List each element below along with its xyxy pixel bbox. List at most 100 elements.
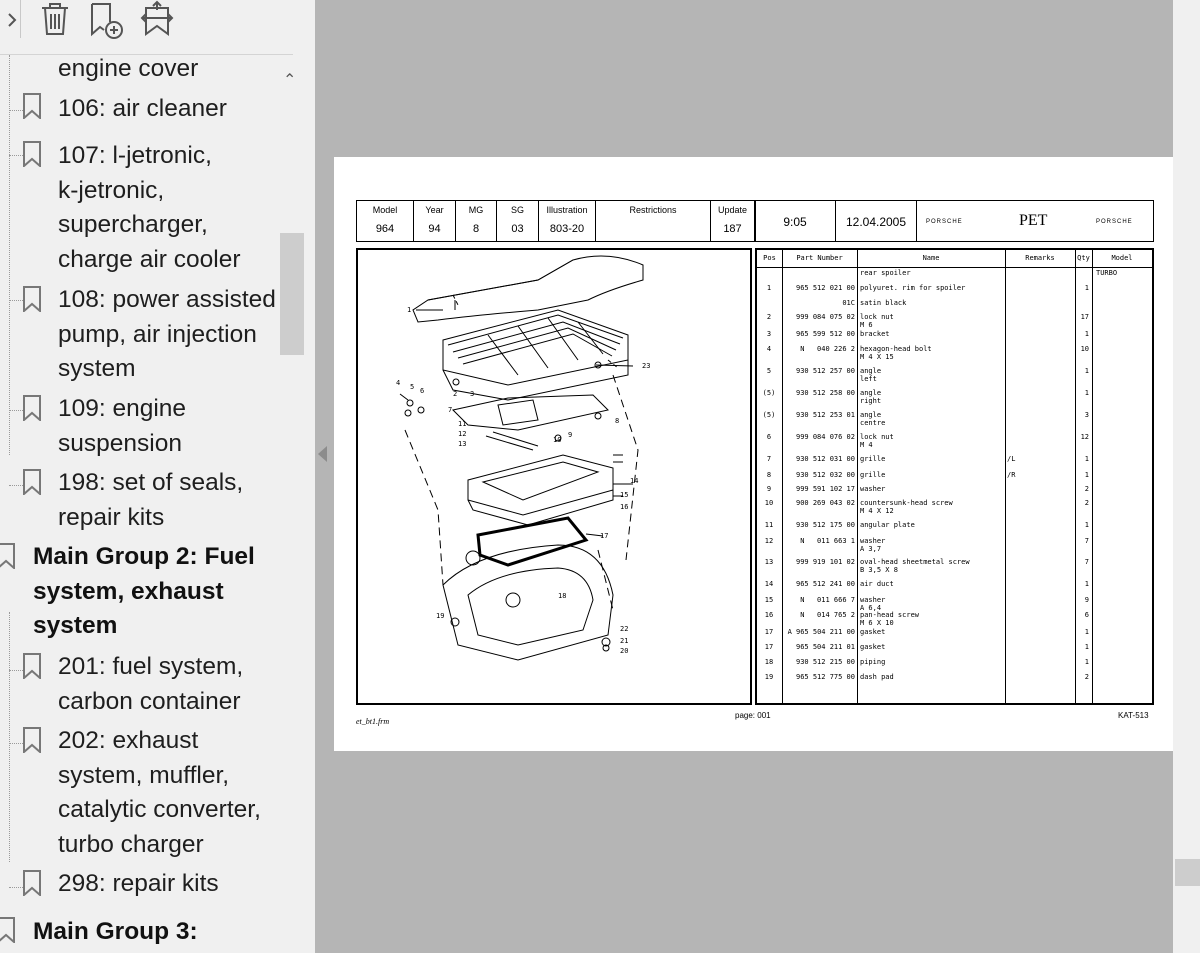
cell-name: angular plate	[860, 521, 915, 529]
sidebar-scroll-thumb[interactable]	[280, 233, 304, 355]
table-row: (5) 930 512 258 00 angle right 1	[757, 389, 1152, 405]
delete-bookmark-icon[interactable]	[36, 0, 74, 40]
cell-qty: 2	[1084, 499, 1089, 507]
cell-name: piping	[860, 658, 886, 666]
callout-label: 2	[453, 390, 457, 398]
header-caption: Model	[372, 205, 398, 215]
bookmark-item-106[interactable]: 106: air cleaner	[58, 92, 227, 127]
header-value: 803-20	[549, 223, 585, 235]
header-date: 12.04.2005	[845, 215, 907, 229]
cell-part-number: N 011 663 1	[800, 537, 855, 545]
callout-label: 4	[396, 379, 400, 387]
cell-part-number: 965 512 241 00	[795, 580, 855, 588]
bookmark-group-2[interactable]: Main Group 2: Fuel system, exhaust syste…	[33, 540, 255, 644]
cell-qty: 17	[1080, 313, 1089, 321]
document-scrollbar[interactable]	[1173, 0, 1200, 953]
callout-label: 16	[620, 503, 628, 511]
scroll-up-arrow-icon[interactable]: ⌃	[283, 70, 296, 90]
header-value: 94	[428, 223, 441, 235]
cell-name: hexagon-head bolt M 4 X 15	[860, 345, 932, 361]
collapse-panel-arrow-icon[interactable]	[318, 446, 327, 462]
footer-catalog: KAT-513	[1118, 711, 1149, 720]
cell-name: angle right	[860, 389, 882, 405]
header-model: Model 964	[357, 201, 414, 241]
cell-qty: 10	[1080, 345, 1089, 353]
cell-qty: 1	[1084, 658, 1089, 666]
cell-part-number: 930 512 215 00	[795, 658, 855, 666]
tree-line	[9, 743, 23, 744]
cell-part-number: 999 084 075 02	[795, 313, 855, 321]
bookmark-group-3[interactable]: Main Group 3:	[33, 915, 198, 950]
cell-part-number: 965 504 211 01	[795, 643, 855, 651]
header-caption: Restrictions	[629, 205, 677, 215]
bookmark-item-198[interactable]: 198: set of seals, repair kits	[58, 466, 243, 535]
bookmark-item-109[interactable]: 109: engine suspension	[58, 392, 186, 461]
bookmark-item-201[interactable]: 201: fuel system, carbon container	[58, 650, 243, 719]
tree-line	[9, 887, 23, 888]
cell-pos: 8	[766, 471, 772, 479]
bookmark-icon	[0, 917, 15, 943]
table-row: 01C satin black	[757, 299, 1152, 313]
callout-label: 20	[620, 647, 628, 655]
bookmark-item-108[interactable]: 108: power assisted pump, air injection …	[58, 283, 276, 387]
cell-pos: (5)	[762, 389, 776, 397]
cell-pos: 17	[764, 643, 774, 651]
cell-part-number: 900 269 043 02	[795, 499, 855, 507]
parts-table: Pos Part Number Name Remarks Qty Model r…	[755, 248, 1154, 705]
sidebar-scrollbar[interactable]	[280, 62, 304, 953]
table-row: 17 965 504 211 01 gasket 1	[757, 643, 1152, 657]
cell-part-number: 930 512 031 00	[795, 455, 855, 463]
cell-pos: 15	[764, 596, 774, 604]
cell-qty: 1	[1084, 628, 1089, 636]
tree-line	[9, 155, 23, 156]
bookmark-icon	[23, 93, 41, 119]
cell-qty: 1	[1084, 330, 1089, 338]
header-caption: SG	[510, 205, 524, 215]
bookmark-icon	[0, 543, 15, 569]
cell-name: angle left	[860, 367, 882, 383]
callout-label: 21	[620, 637, 628, 645]
header-divider	[916, 201, 917, 241]
cell-part-number: 965 599 512 00	[795, 330, 855, 338]
cell-pos: 19	[764, 673, 774, 681]
table-row: 3 965 599 512 00 bracket 1	[757, 330, 1152, 344]
cell-remarks: /L	[1007, 455, 1016, 463]
exploded-parts-diagram: 1 2 3 4 5 6 7 8 9 10 11 12 13 14 15 16 1…	[396, 255, 650, 661]
bookmark-item-202[interactable]: 202: exhaust system, muffler, catalytic …	[58, 724, 261, 862]
cell-name: washer	[860, 485, 886, 493]
header-caption: Update	[717, 205, 748, 215]
callout-label: 10	[553, 436, 561, 444]
bookmark-item-engine-cover[interactable]: engine cover	[58, 55, 198, 87]
add-bookmark-icon[interactable]	[86, 0, 124, 40]
bookmark-item-107[interactable]: 107: l-jetronic, k-jetronic, supercharge…	[58, 139, 240, 277]
callout-label: 14	[630, 477, 638, 485]
callout-label: 5	[410, 383, 414, 391]
cell-pos: 4	[766, 345, 772, 353]
cell-part-number: 930 512 032 00	[795, 471, 855, 479]
header-caption: Year	[425, 205, 444, 215]
table-row: 7 930 512 031 00 grille/L 1	[757, 455, 1152, 469]
tree-line	[9, 110, 23, 111]
callout-label: 8	[615, 417, 619, 425]
callout-label: 22	[620, 625, 628, 633]
col-header-model: Model	[1111, 254, 1133, 262]
cell-qty: 1	[1084, 521, 1089, 529]
bookmark-item-298[interactable]: 298: repair kits	[58, 867, 219, 902]
collapse-arrow-icon[interactable]	[0, 0, 38, 40]
header-value: 03	[511, 223, 524, 235]
cell-part-number: 999 084 076 02	[795, 433, 855, 441]
cell-name: air duct	[860, 580, 894, 588]
table-row: 2 999 084 075 02 lock nut M 6 17	[757, 313, 1152, 329]
expand-bookmark-icon[interactable]	[138, 0, 176, 40]
callout-label: 9	[568, 431, 572, 439]
document-scroll-thumb[interactable]	[1175, 859, 1200, 886]
bookmark-icon	[23, 141, 41, 167]
callout-label: 23	[642, 362, 650, 370]
cell-part-number: 01C	[842, 299, 855, 307]
col-header-part-number: Part Number	[796, 254, 843, 262]
tree-line	[9, 485, 23, 486]
header-value: 964	[375, 223, 395, 235]
cell-pos: 1	[766, 284, 772, 292]
callout-label: 15	[620, 491, 628, 499]
cell-name: angle centre	[860, 411, 886, 427]
